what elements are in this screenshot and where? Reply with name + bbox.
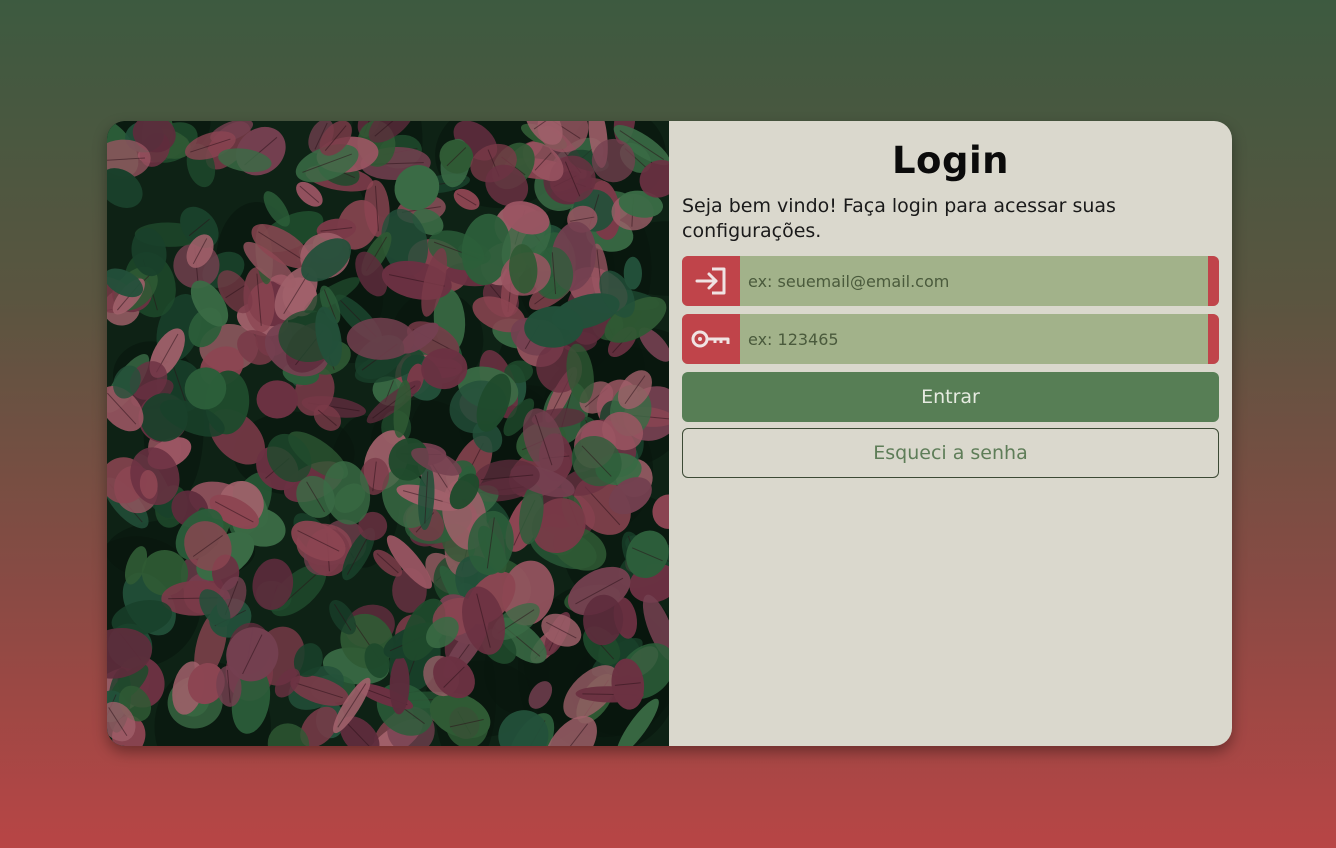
login-arrow-icon (682, 256, 740, 306)
email-input[interactable] (740, 256, 1208, 306)
password-field (682, 314, 1219, 364)
password-input[interactable] (740, 314, 1208, 364)
login-panel: Login Seja bem vindo! Faça login para ac… (669, 121, 1232, 746)
email-field-cap (1208, 256, 1219, 306)
submit-button[interactable]: Entrar (682, 372, 1219, 422)
key-icon (682, 314, 740, 364)
welcome-message: Seja bem vindo! Faça login para acessar … (682, 195, 1116, 242)
email-field (682, 256, 1219, 306)
forgot-password-button[interactable]: Esqueci a senha (682, 428, 1219, 478)
foliage-photo (107, 121, 669, 746)
page-title: Login (891, 139, 1009, 182)
login-card: Login Seja bem vindo! Faça login para ac… (107, 121, 1232, 746)
password-field-cap (1208, 314, 1219, 364)
